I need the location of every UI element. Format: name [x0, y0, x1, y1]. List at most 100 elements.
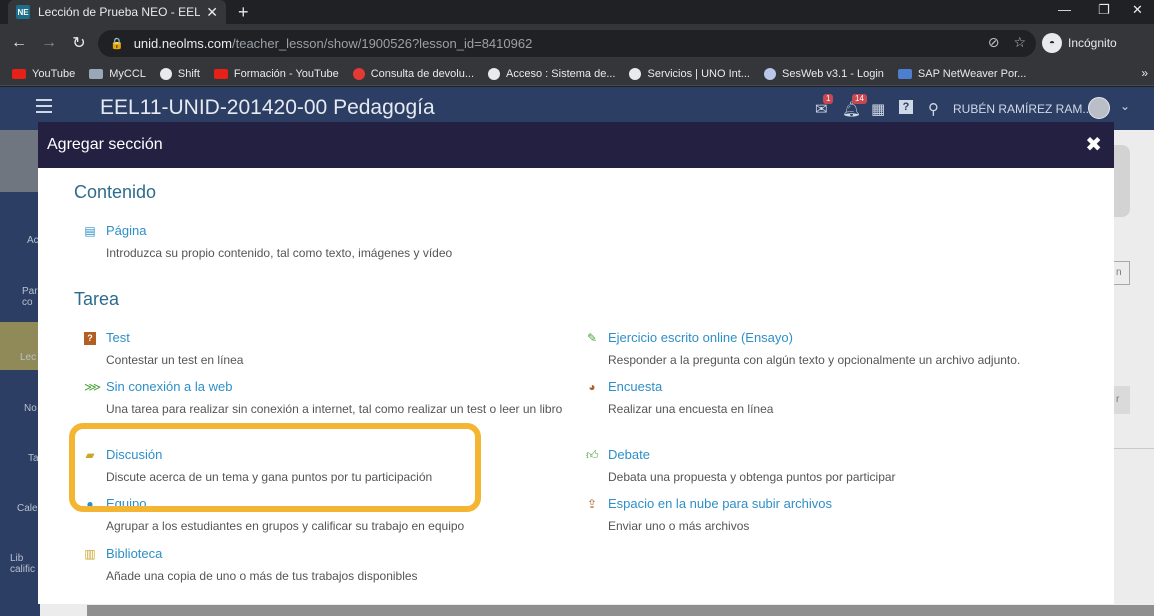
option-pagina[interactable]: ▤ Página Introduzca su propio contenido,…	[84, 223, 564, 263]
neo-favicon-icon: NE	[16, 5, 30, 19]
browser-tab[interactable]: NE Lección de Prueba NEO - EEL11-U ✕	[8, 0, 226, 24]
bookmark-item[interactable]: Formación - YouTube	[213, 68, 339, 80]
upload-icon: ⇪	[586, 497, 598, 511]
forward-arrow-icon[interactable]: →	[34, 34, 64, 52]
option-description: Contestar un test en línea	[106, 353, 244, 367]
modal-header: Agregar sección ✖	[38, 122, 1114, 168]
red-circle-icon	[352, 67, 365, 80]
chevron-down-icon[interactable]: ⌄	[1120, 99, 1130, 113]
bookmark-item[interactable]: MyCCL	[89, 68, 146, 80]
incognito-indicator[interactable]: ◓ Incógnito	[1042, 30, 1117, 56]
back-arrow-icon[interactable]: ←	[4, 34, 34, 52]
option-ensayo[interactable]: ✎ Ejercicio escrito online (Ensayo) Resp…	[586, 330, 1066, 370]
rail-label[interactable]: Cale	[17, 503, 38, 514]
tracking-blocked-icon[interactable]: ⊘	[988, 34, 1000, 51]
sesweb-icon	[763, 67, 776, 80]
bookmark-item[interactable]: Servicios | UNO Int...	[629, 67, 750, 80]
tab-close-icon[interactable]: ✕	[206, 4, 218, 21]
option-label[interactable]: Página	[106, 223, 146, 238]
option-label[interactable]: Encuesta	[608, 379, 662, 394]
option-label[interactable]: Biblioteca	[106, 546, 162, 561]
myccl-icon	[89, 68, 104, 79]
incognito-icon: ◓	[1042, 33, 1062, 53]
option-label[interactable]: Test	[106, 330, 130, 345]
page-icon: ▤	[84, 224, 96, 238]
browser-tab-strip: NE Lección de Prueba NEO - EEL11-U ✕ + —…	[0, 0, 1154, 24]
course-title: EEL11-UNID-201420-00 Pedagogía	[100, 96, 435, 119]
survey-icon: ◕	[588, 380, 596, 394]
background-bar: r	[1113, 386, 1130, 414]
bookmark-label: YouTube	[32, 67, 76, 80]
youtube-icon	[213, 68, 228, 79]
background-button: n	[1113, 261, 1130, 285]
new-tab-icon[interactable]: +	[238, 2, 249, 23]
bookmark-label: SesWeb v3.1 - Login	[781, 67, 884, 80]
bookmark-item[interactable]: SAP NetWeaver Por...	[897, 67, 1027, 80]
add-section-modal: Agregar sección ✖ Contenido ▤ Página Int…	[38, 122, 1114, 604]
option-label[interactable]: Ejercicio escrito online (Ensayo)	[608, 330, 793, 345]
background-divider	[1113, 448, 1154, 449]
option-biblioteca[interactable]: ▥ Biblioteca Añade una copia de uno o má…	[84, 546, 564, 586]
thumbs-up-icon: 👍︎	[586, 448, 599, 462]
modal-close-icon[interactable]: ✖	[1085, 132, 1102, 157]
notifications-badge: 14	[852, 94, 867, 104]
browser-toolbar: ← → ↻ 🔒 unid.neolms.com/teacher_lesson/s…	[0, 24, 1154, 62]
bookmark-label: Servicios | UNO Int...	[647, 67, 750, 80]
bookmark-star-icon[interactable]: ☆	[1013, 34, 1026, 51]
option-encuesta[interactable]: ◕ Encuesta Realizar una encuesta en líne…	[586, 379, 1066, 419]
bookmark-item[interactable]: Shift	[159, 67, 200, 80]
background-panel	[1113, 145, 1130, 217]
globe-icon	[488, 67, 501, 80]
rail-label[interactable]: No	[24, 403, 37, 414]
lock-icon: 🔒	[110, 38, 124, 50]
bookmarks-bar: YouTube MyCCL Shift Formación - YouTube Cons…	[0, 62, 1154, 86]
offline-icon: ⋙	[84, 380, 102, 394]
background-footer	[87, 605, 1154, 616]
search-icon[interactable]: ⚲	[928, 100, 939, 118]
option-description: Realizar una encuesta en línea	[608, 402, 774, 416]
option-description: Añade una copia de uno o más de tus trab…	[106, 569, 418, 583]
bookmark-item[interactable]: Consulta de devolu...	[352, 67, 474, 80]
globe-icon	[629, 67, 642, 80]
option-label[interactable]: Espacio en la nube para subir archivos	[608, 496, 832, 511]
address-bar[interactable]: 🔒 unid.neolms.com/teacher_lesson/show/19…	[98, 30, 1036, 57]
option-description: Enviar uno o más archivos	[608, 519, 750, 533]
maximize-icon[interactable]: ❐	[1098, 2, 1110, 18]
rail-label[interactable]: Ac	[27, 235, 39, 246]
bookmark-item[interactable]: YouTube	[12, 68, 75, 80]
youtube-icon	[12, 68, 26, 79]
help-icon[interactable]: ?	[899, 100, 913, 114]
option-description: Responder a la pregunta con algún texto …	[608, 353, 1021, 367]
window-close-icon[interactable]: ✕	[1132, 2, 1143, 18]
bookmarks-overflow-icon[interactable]: »	[1141, 66, 1148, 80]
option-espacio-nube[interactable]: ⇪ Espacio en la nube para subir archivos…	[586, 496, 1066, 536]
bookmark-label: Acceso : Sistema de...	[506, 67, 616, 80]
option-description: Debata una propuesta y obtenga puntos po…	[608, 470, 896, 484]
reload-icon[interactable]: ↻	[64, 33, 94, 53]
modal-title: Agregar sección	[47, 136, 163, 153]
option-label[interactable]: Debate	[608, 447, 650, 462]
bookmark-item[interactable]: SesWeb v3.1 - Login	[763, 67, 884, 80]
sap-icon	[897, 68, 912, 79]
rail-label[interactable]: Ta	[28, 453, 39, 464]
rail-label[interactable]: Lec	[20, 352, 36, 363]
option-test[interactable]: ? Test Contestar un test en línea	[84, 330, 564, 370]
url-path: /teacher_lesson/show/1900526?lesson_id=8…	[231, 36, 533, 51]
option-label[interactable]: Sin conexión a la web	[106, 379, 232, 394]
user-avatar[interactable]	[1088, 97, 1110, 119]
calendar-grid-icon[interactable]: ▦	[871, 100, 885, 118]
option-debate[interactable]: 👍︎ Debate Debata una propuesta y obtenga…	[586, 447, 1066, 487]
test-icon: ?	[84, 332, 96, 345]
minimize-icon[interactable]: —	[1058, 2, 1071, 17]
bookmark-item[interactable]: Acceso : Sistema de...	[488, 67, 616, 80]
rail-label[interactable]: Lib calific	[10, 553, 40, 575]
bookmark-label: SAP NetWeaver Por...	[917, 67, 1027, 80]
user-name[interactable]: RUBÉN RAMÍREZ RAM...	[953, 102, 1092, 116]
bookmark-label: MyCCL	[109, 67, 146, 80]
highlight-annotation	[69, 423, 481, 512]
url-text: unid.neolms.com/teacher_lesson/show/1900…	[134, 36, 533, 51]
library-icon: ▥	[84, 547, 96, 561]
globe-icon	[159, 67, 172, 80]
menu-icon[interactable]	[36, 99, 52, 113]
course-thumbnail	[0, 130, 40, 192]
